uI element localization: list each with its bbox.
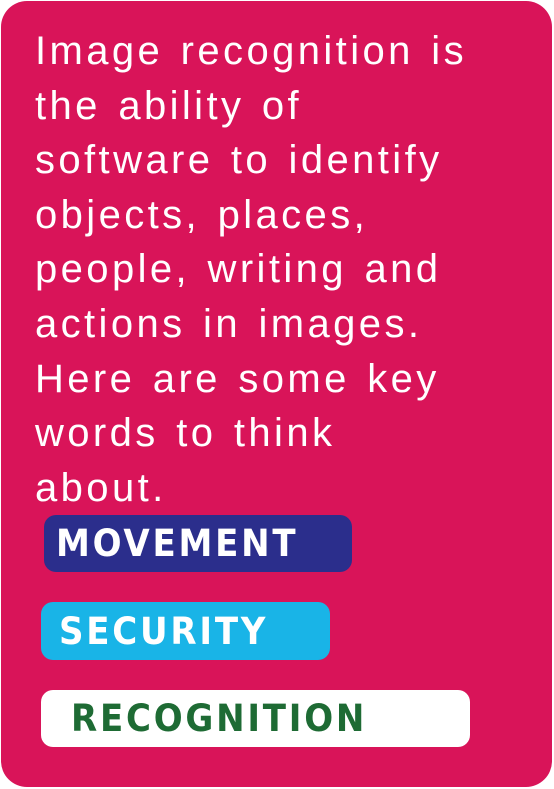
info-card: Image recognition is the ability of soft… (1, 1, 552, 787)
intro-line: the ability of (35, 83, 303, 128)
keyword-tag-recognition: RECOGNITION (41, 690, 470, 747)
intro-text: Image recognition is the ability of soft… (35, 24, 535, 515)
intro-line: people, writing and (35, 247, 442, 292)
intro-line: about. (35, 465, 167, 510)
keyword-label: SECURITY (59, 609, 269, 653)
intro-line: objects, places, (35, 192, 369, 237)
intro-line: words to think (35, 411, 336, 456)
keyword-tag-security: SECURITY (41, 602, 330, 660)
intro-line: Here are some key (35, 356, 440, 401)
intro-line: actions in images. (35, 301, 423, 346)
keyword-label: MOVEMENT (56, 522, 299, 565)
keyword-tag-movement: MOVEMENT (44, 515, 352, 572)
keyword-label: RECOGNITION (71, 697, 368, 740)
intro-line: software to identify (35, 138, 443, 183)
intro-line: Image recognition is (35, 29, 467, 73)
